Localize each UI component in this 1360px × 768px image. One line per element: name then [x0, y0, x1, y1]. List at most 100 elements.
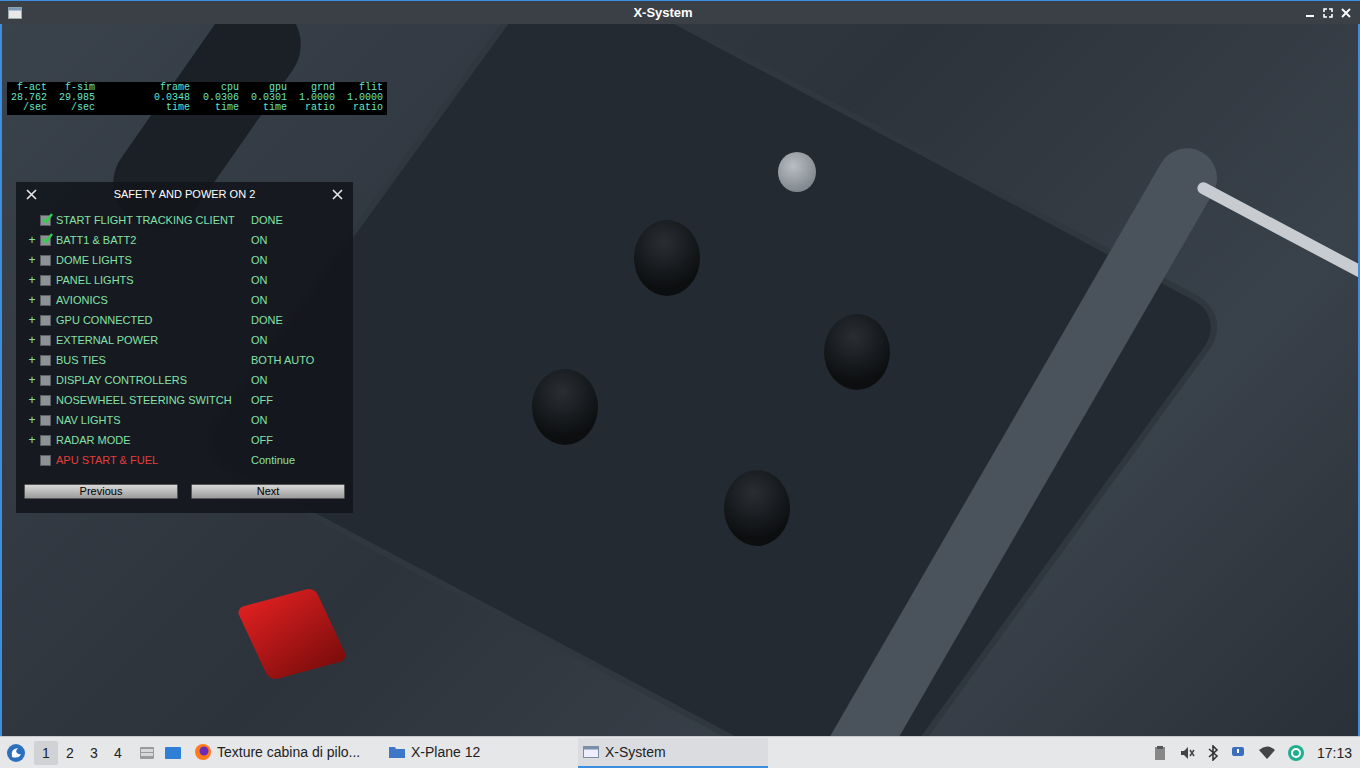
item-value: BOTH AUTO	[251, 354, 345, 366]
window-title: X-System	[22, 5, 1304, 20]
clipboard-icon[interactable]	[1153, 745, 1167, 761]
item-value: ON	[251, 414, 345, 426]
stat-name: frame	[160, 83, 190, 93]
item-label: DISPLAY CONTROLLERS	[56, 374, 251, 386]
task-label: X-System	[605, 744, 666, 760]
clock[interactable]: 17:13	[1317, 745, 1352, 761]
item-label: GPU CONNECTED	[56, 314, 251, 326]
checklist-item[interactable]: + BUS TIESBOTH AUTO	[24, 350, 345, 370]
workspace-button[interactable]: 4	[106, 741, 130, 765]
stat-unit: time	[263, 103, 287, 113]
maximize-icon[interactable]	[1322, 7, 1334, 19]
expand-toggle[interactable]: +	[24, 313, 40, 327]
item-checkbox[interactable]	[40, 375, 51, 386]
task-button[interactable]: X-System	[578, 738, 768, 768]
item-value: ON	[251, 274, 345, 286]
workspace-button[interactable]: 3	[82, 741, 106, 765]
checklist-item[interactable]: + EXTERNAL POWERON	[24, 330, 345, 350]
item-label: DOME LIGHTS	[56, 254, 251, 266]
minimize-icon[interactable]	[1304, 7, 1316, 19]
framerate-stats: f-act28.762/secf-sim29.985/secframe0.034…	[7, 82, 387, 115]
checklist-item[interactable]: +RADAR MODEOFF	[24, 430, 345, 450]
stat-value: 0.0306	[203, 93, 239, 103]
checklist-item[interactable]: +PANEL LIGHTSON	[24, 270, 345, 290]
stat-value: 0.0348	[154, 93, 190, 103]
task-button[interactable]: Texture cabina di pilo...	[190, 738, 380, 768]
item-checkbox[interactable]	[40, 395, 51, 406]
task-button[interactable]: X-Plane 12	[384, 738, 574, 768]
close-icon[interactable]	[26, 189, 37, 200]
window-controls	[1304, 7, 1352, 19]
item-label: EXTERNAL POWER	[56, 334, 251, 346]
item-checkbox[interactable]	[40, 235, 51, 246]
item-label: RADAR MODE	[56, 434, 251, 446]
expand-toggle[interactable]: +	[24, 293, 40, 307]
stat-name: grnd	[311, 83, 335, 93]
item-checkbox[interactable]	[40, 315, 51, 326]
checklist-window[interactable]: SAFETY AND POWER ON 2 START FLIGHT TRACKI…	[16, 182, 353, 513]
item-value: DONE	[251, 214, 345, 226]
stat-name: f-act	[17, 83, 47, 93]
bluetooth-icon[interactable]	[1207, 745, 1219, 761]
expand-toggle[interactable]: +	[24, 233, 40, 247]
checklist-items: START FLIGHT TRACKING CLIENTDONE+BATT1 &…	[24, 210, 345, 470]
item-label: BUS TIES	[56, 354, 251, 366]
start-menu-icon[interactable]	[6, 743, 26, 763]
expand-toggle[interactable]: +	[24, 253, 40, 267]
item-checkbox[interactable]	[40, 435, 51, 446]
window-app-icon[interactable]	[8, 7, 22, 19]
item-label: NOSEWHEEL STEERING SWITCH	[56, 394, 251, 406]
check-icon	[41, 213, 53, 225]
stat-value: 0.0301	[251, 93, 287, 103]
stat-value: 29.985	[59, 93, 95, 103]
checklist-item[interactable]: + DISPLAY CONTROLLERSON	[24, 370, 345, 390]
checklist-item[interactable]: + NOSEWHEEL STEERING SWITCHOFF	[24, 390, 345, 410]
stat-column: flit1.0000ratio	[335, 83, 383, 113]
workspace-button[interactable]: 2	[58, 741, 82, 765]
panel-knob	[634, 220, 700, 296]
file-manager-icon[interactable]	[138, 744, 156, 762]
item-value: ON	[251, 234, 345, 246]
item-value: ON	[251, 374, 345, 386]
item-value: ON	[251, 334, 345, 346]
checklist-item[interactable]: START FLIGHT TRACKING CLIENTDONE	[24, 210, 345, 230]
expand-toggle[interactable]: +	[24, 273, 40, 287]
stat-unit: ratio	[353, 103, 383, 113]
expand-toggle[interactable]: +	[24, 433, 40, 447]
close-icon[interactable]	[332, 189, 343, 200]
item-value: OFF	[251, 394, 345, 406]
expand-toggle[interactable]: +	[24, 333, 40, 347]
item-checkbox[interactable]	[40, 255, 51, 266]
checklist-item[interactable]: APU START & FUELContinue	[24, 450, 345, 470]
item-checkbox[interactable]	[40, 335, 51, 346]
item-checkbox[interactable]	[40, 355, 51, 366]
muted-speaker-icon[interactable]	[1179, 745, 1195, 761]
item-checkbox[interactable]	[40, 415, 51, 426]
checklist-title: SAFETY AND POWER ON 2	[37, 188, 332, 200]
nav-button[interactable]: Previous	[24, 484, 178, 499]
checklist-item[interactable]: +AVIONICSON	[24, 290, 345, 310]
task-label: X-Plane 12	[411, 744, 480, 760]
item-checkbox[interactable]	[40, 275, 51, 286]
workspace-button[interactable]: 1	[34, 741, 58, 765]
nav-button[interactable]: Next	[191, 484, 345, 499]
expand-toggle[interactable]: +	[24, 393, 40, 407]
item-checkbox[interactable]	[40, 215, 51, 226]
stat-column: f-act28.762/sec	[7, 83, 47, 113]
expand-toggle[interactable]: +	[24, 413, 40, 427]
checklist-item[interactable]: +BATT1 & BATT2ON	[24, 230, 345, 250]
item-checkbox[interactable]	[40, 455, 51, 466]
checklist-item[interactable]: +GPU CONNECTEDDONE	[24, 310, 345, 330]
cockpit-view[interactable]: f-act28.762/secf-sim29.985/secframe0.034…	[0, 24, 1360, 736]
wifi-icon[interactable]	[1259, 746, 1275, 760]
expand-toggle[interactable]: +	[24, 353, 40, 367]
expand-toggle[interactable]: +	[24, 373, 40, 387]
checklist-item[interactable]: + DOME LIGHTSON	[24, 250, 345, 270]
update-icon[interactable]	[1287, 744, 1305, 762]
item-value: ON	[251, 254, 345, 266]
notification-icon[interactable]	[1231, 745, 1247, 761]
item-checkbox[interactable]	[40, 295, 51, 306]
desktop-icon[interactable]	[164, 744, 182, 762]
close-icon[interactable]	[1340, 7, 1352, 19]
checklist-item[interactable]: +NAV LIGHTSON	[24, 410, 345, 430]
